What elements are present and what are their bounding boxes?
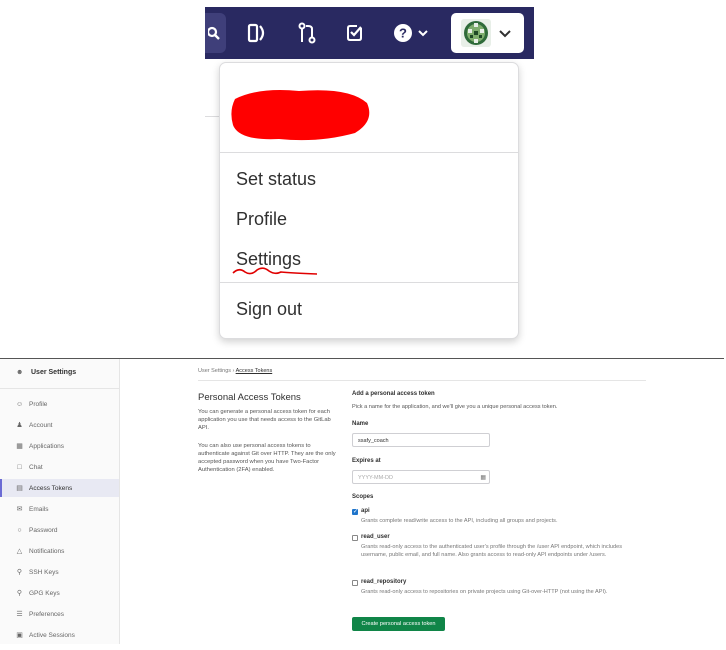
page-title: Personal Access Tokens (198, 392, 301, 403)
sessions-icon: ▣ (16, 631, 23, 639)
bell-icon: △ (16, 547, 23, 555)
chevron-down-icon (418, 30, 428, 37)
expires-field[interactable]: YYYY-MM-DD ▦ (352, 470, 490, 484)
sign-out-item[interactable]: Sign out (236, 299, 302, 319)
avatar (461, 19, 491, 47)
sidebar-item-profile[interactable]: ☺ Profile (0, 395, 119, 413)
user-menu-button[interactable] (451, 13, 524, 53)
form-subheading: Pick a name for the application, and we'… (352, 404, 558, 410)
sidebar-item-notifications[interactable]: △ Notifications (0, 542, 119, 560)
breadcrumb-current[interactable]: Access Tokens (236, 368, 273, 374)
settings-page: ☻ User Settings ☺ Profile ♟ Account ▦ Appli… (0, 352, 726, 650)
divider (205, 116, 219, 117)
help-dropdown[interactable]: ? (391, 21, 431, 45)
scope-read-repository-desc: Grants read-only access to repositories … (361, 589, 608, 595)
scopes-label: Scopes (352, 494, 374, 500)
scope-api-desc: Grants complete read/write access to the… (361, 518, 558, 524)
divider (220, 282, 518, 283)
sidebar-item-applications[interactable]: ▦ Applications (0, 437, 119, 455)
sidebar-item-gpg-keys[interactable]: ⚲ GPG Keys (0, 584, 119, 602)
search-button[interactable] (205, 13, 226, 53)
merge-requests-panel-icon[interactable] (245, 21, 271, 45)
scope-api-label: api (361, 508, 370, 514)
search-icon (208, 26, 220, 40)
profile-icon: ☺ (16, 400, 24, 408)
sidebar-item-password[interactable]: ○ Password (0, 521, 119, 539)
account-icon: ♟ (16, 421, 23, 429)
scope-read-user-desc: Grants read-only access to the authentic… (361, 544, 623, 558)
token-icon: ▤ (16, 484, 23, 492)
sidebar-item-account[interactable]: ♟ Account (0, 416, 119, 434)
chevron-down-icon (499, 30, 511, 38)
sidebar-item-emails[interactable]: ✉ Emails (0, 500, 119, 518)
create-token-button[interactable]: Create personal access token (352, 617, 445, 631)
sidebar-item-access-tokens[interactable]: ▤ Access Tokens (0, 479, 119, 497)
breadcrumb-parent[interactable]: User Settings (198, 368, 231, 374)
set-status-item[interactable]: Set status (236, 169, 316, 189)
key-icon: ⚲ (16, 589, 23, 597)
description-text: You can generate a personal access token… (198, 409, 331, 431)
scope-api-checkbox[interactable] (352, 508, 358, 515)
divider (198, 380, 646, 381)
sidebar-item-active-sessions[interactable]: ▣ Active Sessions (0, 626, 119, 644)
mail-icon: ✉ (16, 505, 23, 513)
sidebar-item-preferences[interactable]: ☰ Preferences (0, 605, 119, 623)
scope-read-repository-label: read_repository (361, 579, 407, 585)
red-underline-annotation (232, 267, 318, 275)
sidebar-item-chat[interactable]: □ Chat (0, 458, 119, 476)
breadcrumb-separator: › (232, 368, 235, 374)
expires-label: Expires at (352, 458, 381, 464)
help-icon: ? (394, 24, 412, 42)
sidebar-item-ssh-keys[interactable]: ⚲ SSH Keys (0, 563, 119, 581)
svg-text:?: ? (399, 26, 407, 41)
settings-sidebar: ☻ User Settings ☺ Profile ♟ Account ▦ Appli… (0, 359, 120, 644)
applications-icon: ▦ (16, 442, 23, 450)
key-icon: ⚲ (16, 568, 23, 576)
chat-icon: □ (17, 463, 22, 471)
divider (220, 152, 518, 153)
user-dropdown-menu: Set status Profile Settings Sign out (219, 62, 519, 339)
preferences-icon: ☰ (16, 610, 23, 618)
merge-request-icon[interactable] (294, 21, 320, 45)
scope-read-user-checkbox[interactable] (352, 535, 358, 541)
breadcrumb: User Settings › Access Tokens (198, 368, 272, 374)
scope-read-user-label: read_user (361, 534, 390, 540)
scope-read-repository-checkbox[interactable] (352, 580, 358, 586)
name-field[interactable]: ssafy_coach (352, 433, 490, 447)
sidebar-header[interactable]: ☻ User Settings (16, 369, 76, 376)
todo-icon[interactable] (342, 21, 368, 45)
calendar-icon: ▦ (480, 475, 486, 481)
user-icon: ☻ (16, 369, 24, 376)
description-text: You can also use personal access tokens … (198, 443, 336, 473)
name-label: Name (352, 421, 369, 427)
top-navbar: ? (205, 7, 534, 59)
form-heading: Add a personal access token (352, 391, 435, 397)
lock-icon: ○ (17, 526, 22, 534)
profile-item[interactable]: Profile (236, 209, 287, 229)
redaction-scribble (231, 90, 370, 141)
divider (0, 388, 120, 389)
